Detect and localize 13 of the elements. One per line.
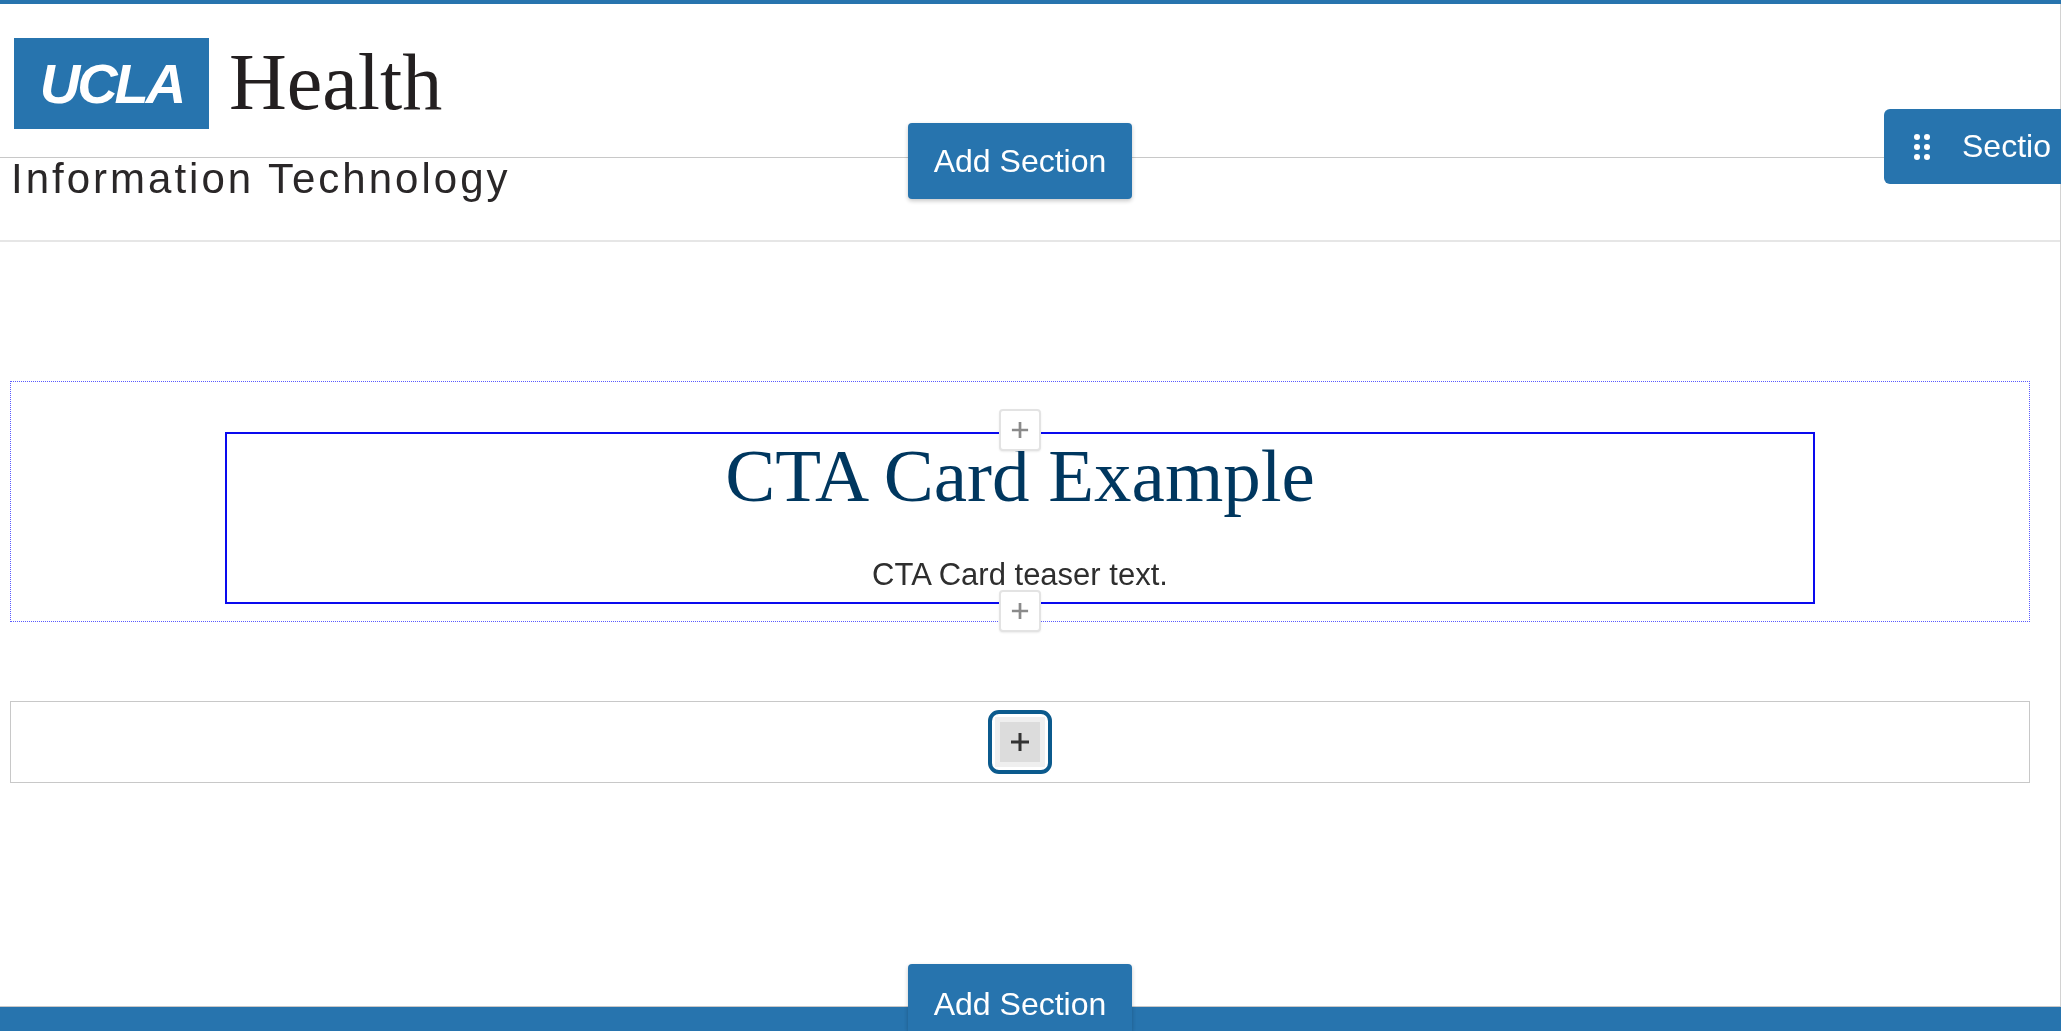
add-section-button[interactable]: Add Section	[908, 123, 1132, 199]
plus-icon	[1011, 421, 1029, 439]
section-handle-label: Sectio	[1962, 128, 2051, 165]
card-teaser: CTA Card teaser text.	[872, 557, 1168, 593]
logo-wordmark: Health	[229, 42, 443, 122]
plus-icon	[1011, 602, 1029, 620]
site-name: Information Technology	[11, 158, 511, 200]
add-section-button[interactable]: Add Section	[908, 964, 1132, 1031]
drag-handle-icon[interactable]	[1914, 133, 1930, 160]
section-handle-button[interactable]: Sectio	[1884, 109, 2061, 184]
plus-icon	[1010, 732, 1030, 752]
logo-mark: UCLA	[14, 38, 209, 129]
add-block-button[interactable]	[988, 710, 1052, 774]
